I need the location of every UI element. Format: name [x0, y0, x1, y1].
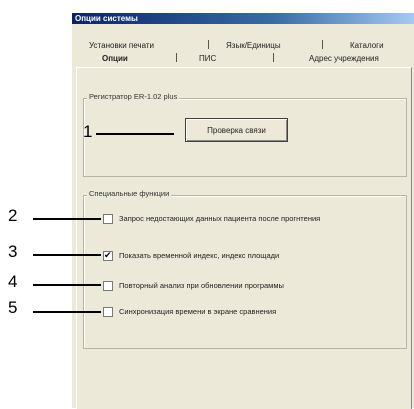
title-bar[interactable]: Опции системы — [72, 13, 414, 24]
callout-leader-line — [33, 254, 101, 256]
show-time-index-checkbox[interactable]: ✔ — [103, 250, 113, 261]
tab-directories[interactable]: Каталоги — [350, 41, 384, 50]
tab-divider — [208, 40, 209, 49]
tab-divider — [322, 40, 323, 49]
request-missing-patient-data-label: Запрос недостающих данных пациента после… — [119, 214, 321, 223]
tab-print-settings[interactable]: Установки печати — [89, 41, 154, 50]
sync-time-compare-screen-label: Синхронизация времени в экране сравнения — [119, 307, 277, 316]
callout-leader-line — [33, 284, 101, 286]
registrar-group-label: Регистратор ER-1.02 plus — [87, 92, 180, 101]
callout-number-2: 2 — [8, 206, 18, 225]
show-time-index-label: Показать временной индекс, индекс площад… — [119, 251, 280, 260]
sync-time-compare-screen-checkbox[interactable] — [103, 307, 113, 317]
window-title: Опции системы — [75, 14, 138, 23]
check-connection-button[interactable]: Проверка связи — [185, 118, 288, 142]
callout-number-4: 4 — [8, 272, 18, 291]
tab-divider — [176, 53, 177, 62]
checkmark-icon: ✔ — [104, 250, 112, 260]
special-functions-group-label: Специальные функции — [87, 189, 172, 198]
callout-leader-line — [33, 311, 101, 313]
tab-facility-address[interactable]: Адрес учреждения — [309, 54, 379, 63]
tab-options[interactable]: Опции — [102, 54, 128, 63]
callout-leader-line — [33, 218, 101, 220]
tab-language-units[interactable]: Язык/Единицы — [226, 41, 281, 50]
reanalyze-on-update-checkbox[interactable] — [103, 281, 113, 291]
callout-number-5: 5 — [8, 298, 18, 317]
callout-number-1: 1 — [83, 122, 93, 141]
callout-number-3: 3 — [8, 242, 18, 261]
request-missing-patient-data-checkbox[interactable] — [103, 214, 113, 224]
tab-pis[interactable]: ПИС — [199, 54, 216, 63]
system-options-dialog: Опции системы Установки печати Язык/Един… — [72, 13, 414, 409]
reanalyze-on-update-label: Повторный анализ при обновлении программ… — [119, 281, 284, 290]
callout-leader-line — [96, 133, 174, 135]
tab-divider — [273, 53, 274, 62]
